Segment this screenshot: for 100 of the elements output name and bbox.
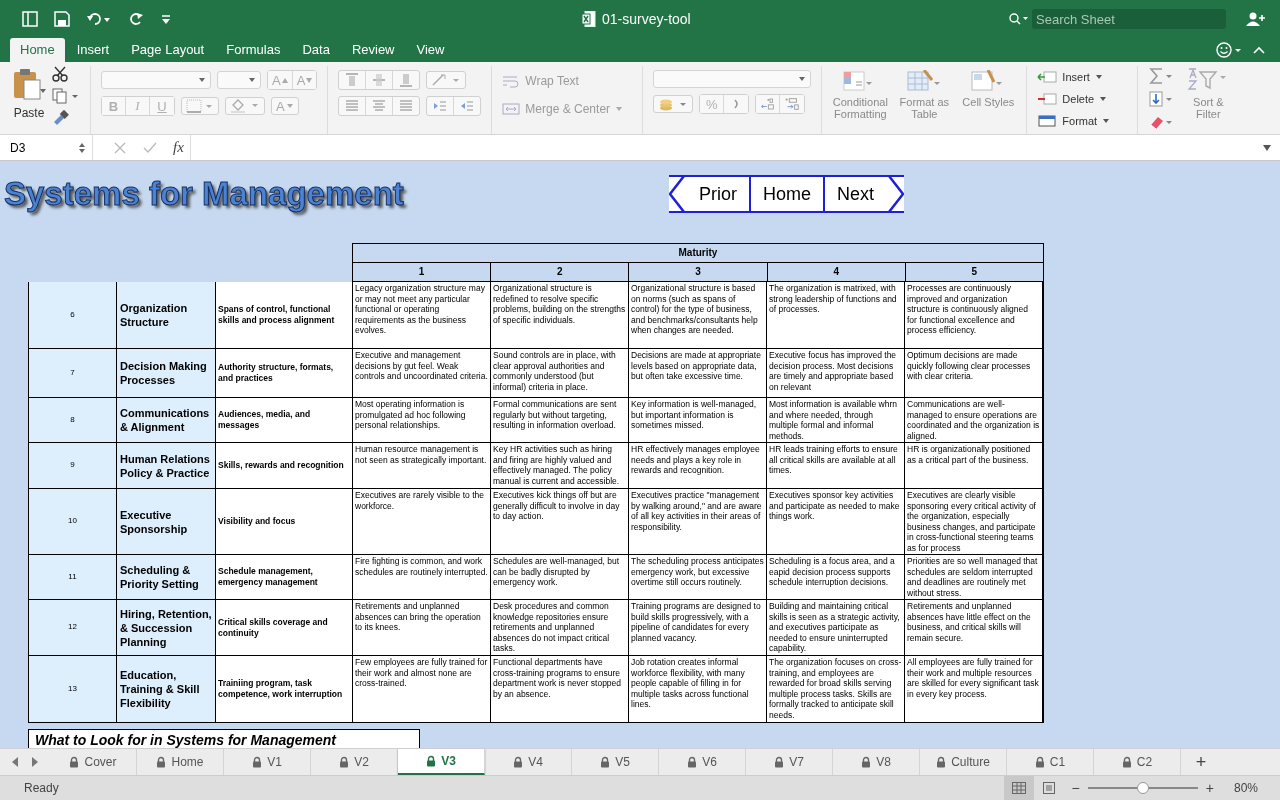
orientation-icon bbox=[431, 73, 462, 87]
table-cell: Building and maintaining critical skills is seen as a strategic activity, and executives participate as needed to ensure uninterrupted capability. bbox=[767, 600, 904, 655]
name-box[interactable]: D3 bbox=[0, 135, 93, 160]
ribbon-tab[interactable]: Home bbox=[10, 38, 65, 62]
table-cell: HR leads training efforts to ensure all critical skills are available at all times. bbox=[767, 443, 904, 488]
button-group[interactable] bbox=[426, 96, 482, 116]
paste-button[interactable]: Paste bbox=[12, 66, 46, 134]
area-cell: Human Relations Policy & Practice bbox=[117, 443, 215, 488]
table-cell: Executives are rarely visible to the workforce. bbox=[353, 489, 490, 554]
redo-icon[interactable] bbox=[128, 11, 144, 27]
table-cell: Job rotation creates informal workforce flexibility, with many people capable of filling in for multiple tasks across functional lines. bbox=[629, 656, 766, 722]
orientation-button[interactable] bbox=[426, 71, 467, 89]
autosum-button[interactable] bbox=[1148, 66, 1175, 86]
table-cell: Functional departments have cross-training programs to ensure department work is never stopped by an absence. bbox=[491, 656, 628, 722]
increase-decimal-button[interactable] bbox=[756, 95, 781, 113]
table-cell: Schedules are well-managed, but can be badly disrupted by emergency work. bbox=[491, 555, 628, 599]
table-cell: Executives are clearly visible sponsoring every critical activity of the organization, especially business changes, and participate in cross-functional steering teams as for process bbox=[905, 489, 1042, 554]
up-caret-icon bbox=[281, 77, 288, 83]
row-number: 13 bbox=[29, 656, 116, 722]
next-sheet-icon[interactable] bbox=[30, 756, 40, 768]
grid-icon bbox=[1011, 782, 1026, 794]
table-cell: The organization is matrixed, with strong leadership of functions and of processes. bbox=[767, 282, 904, 348]
copy-icon[interactable] bbox=[52, 88, 80, 104]
clipboard-icon bbox=[12, 68, 46, 100]
currency-button[interactable] bbox=[653, 95, 694, 113]
fill-button[interactable] bbox=[1148, 89, 1175, 109]
table-cell: Human resource management is not seen as strategically important. bbox=[353, 443, 490, 488]
sidebar-icon[interactable] bbox=[22, 11, 38, 27]
table-cell: Processes are continuously improved and organization structure is continuously aligned for functional excellence and process efficiency. bbox=[905, 282, 1042, 348]
expand-caret-icon[interactable] bbox=[1262, 143, 1272, 152]
ribbon-tab[interactable]: Page Layout bbox=[121, 38, 215, 62]
focus-cell: Trainiing program, task competence, work interruption bbox=[216, 656, 352, 722]
add-sheet-button[interactable]: + bbox=[1181, 749, 1221, 775]
caret-icon bbox=[198, 77, 206, 83]
scissors-icon[interactable] bbox=[52, 66, 68, 82]
ribbon-tab[interactable]: Formulas bbox=[216, 38, 291, 62]
note-heading: What to Look for in Systems for Management bbox=[35, 732, 337, 748]
table-brush-icon bbox=[906, 70, 943, 92]
table-cell: Organizational structure is redefined to resolve specific problems, building on the strengths of specific individuals. bbox=[491, 282, 628, 348]
insert-cells-button[interactable]: Insert bbox=[1037, 68, 1128, 86]
add-person-icon[interactable] bbox=[1246, 11, 1266, 27]
row-number: 8 bbox=[29, 398, 116, 442]
table-cell: Few employees are fully trained for their work and almost none are cross-trained. bbox=[353, 656, 490, 722]
paintbrush-icon[interactable] bbox=[52, 110, 70, 126]
checkmark-icon[interactable] bbox=[143, 140, 157, 155]
borders-button[interactable] bbox=[181, 97, 219, 115]
zoom-out-button[interactable]: − bbox=[1071, 780, 1080, 796]
format-cells-button[interactable]: Format bbox=[1037, 112, 1128, 130]
nav-button[interactable]: Home bbox=[750, 175, 825, 213]
zoom-in-button[interactable]: + bbox=[1205, 780, 1214, 796]
increase-decimal-icon bbox=[760, 96, 776, 112]
table-cell: Fire fighting is common, and work schedules are routinely interrupted. bbox=[353, 555, 490, 599]
decrease-indent-icon bbox=[432, 98, 449, 114]
save-icon[interactable] bbox=[54, 11, 70, 27]
table-cell: All employees are fully trained for their work and multiple resources are skilled for every significant task in every key process. bbox=[905, 656, 1042, 722]
caret-icon bbox=[1099, 96, 1108, 102]
button-group[interactable] bbox=[338, 96, 421, 116]
caret-icon bbox=[798, 76, 807, 82]
search-icon[interactable] bbox=[1008, 12, 1030, 26]
focus-cell: Audiences, media, and messages bbox=[216, 398, 352, 442]
font-size-dropdown[interactable] bbox=[217, 71, 261, 89]
search-field[interactable]: Search Sheet bbox=[1032, 9, 1226, 29]
align-left-icon bbox=[344, 98, 361, 114]
table-cell: Organizational structure is based on norms (such as spans of control) for the type of business, and benchmarks/consultants help when changes are needed. bbox=[629, 282, 766, 348]
undo-icon[interactable] bbox=[86, 11, 112, 27]
table-cell: HR effectively manages employee needs and plays a key role in rewards and recognition. bbox=[629, 443, 766, 488]
smiley-icon[interactable] bbox=[1216, 42, 1244, 58]
zoom-thumb[interactable] bbox=[1136, 782, 1149, 794]
area-cell: Organization Structure bbox=[117, 282, 215, 348]
button-group[interactable] bbox=[338, 70, 421, 90]
status-text: Ready bbox=[24, 781, 59, 795]
collapse-icon[interactable] bbox=[1252, 45, 1266, 55]
font-name-dropdown[interactable] bbox=[101, 71, 211, 89]
ribbon-tab[interactable]: Insert bbox=[66, 38, 120, 62]
customize-icon[interactable] bbox=[160, 13, 172, 25]
previous-sheet-icon[interactable] bbox=[10, 756, 20, 768]
delete-cells-button[interactable]: Delete bbox=[1037, 90, 1128, 108]
comma-icon bbox=[732, 98, 741, 110]
delete-cells-icon bbox=[1037, 92, 1058, 106]
nav-button[interactable]: Next bbox=[824, 175, 905, 213]
ribbon-tab[interactable]: Data bbox=[292, 38, 340, 62]
table-cell: Retirements and unplanned absences have little effect on the business, and critical skills will remain secure. bbox=[905, 600, 1042, 655]
table-cell: Most information is available whrn and where needed, through multiple formal and informal methods. bbox=[767, 398, 904, 442]
window-title: 01-survey-tool bbox=[602, 11, 691, 27]
sheet-tab[interactable]: V3 bbox=[398, 749, 485, 775]
column-header: 1 bbox=[353, 263, 491, 281]
number-format-dropdown[interactable] bbox=[653, 70, 812, 88]
area-cell: Scheduling & Priority Setting bbox=[117, 555, 215, 599]
table-cell: Executive focus has improved the decision process. Most decisions are timely and appropriate based on relevant bbox=[767, 349, 904, 397]
column-header: 5 bbox=[905, 263, 1043, 281]
insert-function-button[interactable]: fx bbox=[173, 139, 184, 156]
button-group[interactable] bbox=[755, 94, 806, 114]
ribbon-tab[interactable]: Review bbox=[341, 38, 405, 62]
cancel-icon[interactable] bbox=[113, 140, 127, 155]
normal-view-button[interactable] bbox=[1003, 776, 1034, 800]
align-middle-icon bbox=[371, 72, 388, 88]
fill-color-button[interactable] bbox=[225, 97, 265, 115]
ribbon-tab[interactable]: View bbox=[406, 38, 455, 62]
table-cell: Training programs are designed to build skills progressively, with a pipeline of candidates for every planned vacancy. bbox=[629, 600, 766, 655]
nav-button[interactable]: Prior bbox=[669, 175, 750, 213]
